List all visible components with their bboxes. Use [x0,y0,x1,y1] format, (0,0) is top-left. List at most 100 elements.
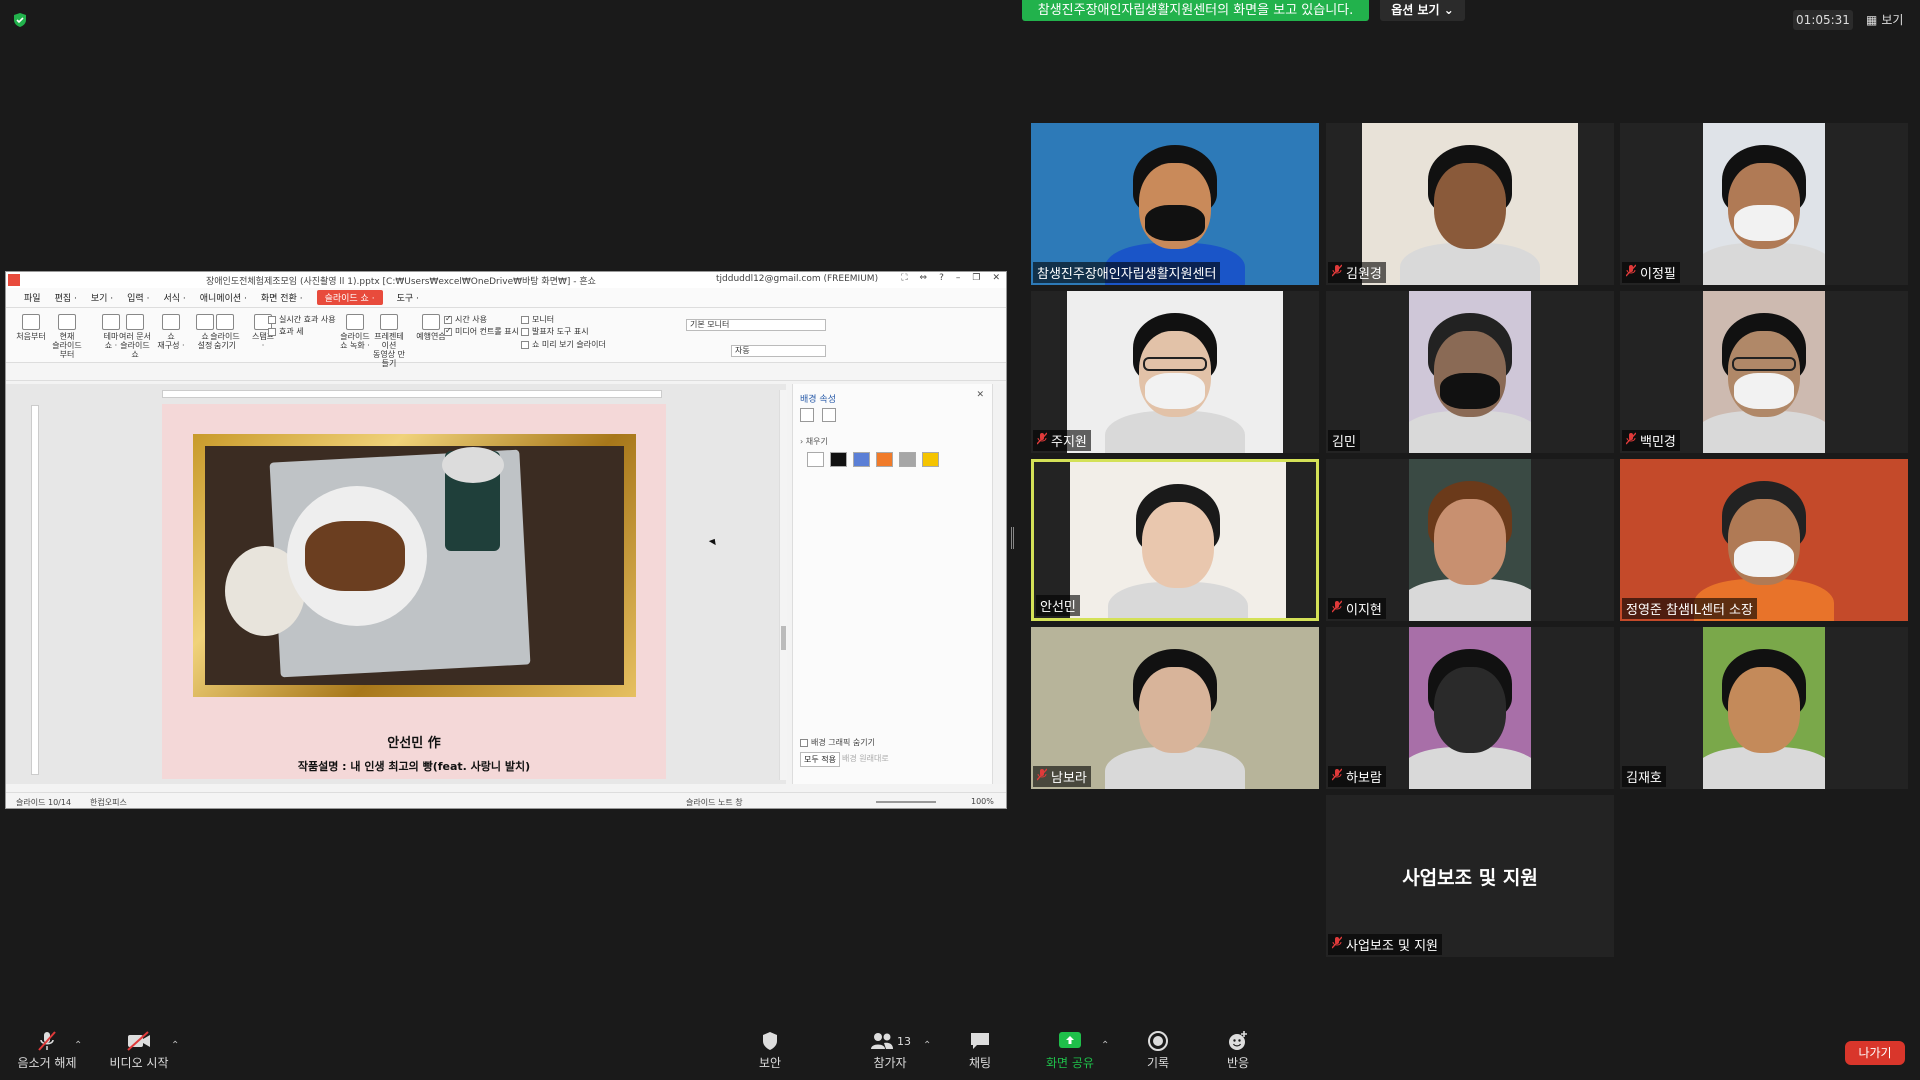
start-video-button[interactable]: 비디오 시작 [104,1030,174,1071]
reset-background-button[interactable]: 배경 원래대로 [839,752,892,765]
fill-tab-icon[interactable] [800,408,814,422]
checkbox-box [444,326,452,336]
ribbon-checkbox[interactable]: 효과 세 [268,326,304,337]
participant-name: 정영준 참샘IL센터 소장 [1626,603,1753,618]
slide-title[interactable]: 안선민 作 [162,732,666,751]
shared-screen-window[interactable]: 장애인도전체험제조모임 (사진촬영 ll 1).pptx [C:₩Users₩e… [5,271,1007,809]
help-icon[interactable]: ? [939,273,944,283]
participant-tile[interactable]: 김민 [1326,291,1614,453]
menu-item[interactable]: 화면 전환 · [261,291,303,304]
participant-name-label: 이정필 [1622,262,1680,283]
menu-item[interactable]: 애니메이션 · [200,291,247,304]
zoom-level[interactable]: 100% [971,797,994,806]
slide-note-toggle[interactable]: 슬라이드 노트 창 [686,797,743,808]
menu-item[interactable]: 보기 · [91,291,113,304]
fill-section-header[interactable]: › 채우기 [800,436,828,447]
screen-share-banner: 참생진주장애인자립생활지원센터의 화면을 보고 있습니다. [1022,0,1369,21]
chat-button[interactable]: 채팅 [955,1030,1005,1071]
picture-tab-icon[interactable] [822,408,836,422]
close-icon[interactable]: ✕ [992,273,1000,283]
ribbon-checkbox[interactable]: 실시간 효과 사용 [268,314,336,325]
share-options-caret-icon[interactable]: ⌃ [1101,1040,1109,1051]
ribbon-button[interactable]: 예행연습 [414,314,448,341]
split-divider-handle[interactable] [1011,527,1014,549]
menu-item[interactable]: 도구 · [397,291,419,304]
encryption-shield-icon[interactable] [12,12,28,28]
mute-options-caret-icon[interactable]: ⌃ [74,1040,82,1051]
ribbon-button[interactable]: 현재 슬라이드부터 [50,314,84,359]
leave-button[interactable]: 나가기 [1845,1041,1905,1065]
view-options-button[interactable]: 옵션 보기 ⌄ [1380,0,1465,21]
participant-tile[interactable]: 남보라 [1031,627,1319,789]
participant-tile[interactable]: 김재호 [1620,627,1908,789]
mute-button[interactable]: 음소거 해제 [12,1030,82,1071]
menu-item[interactable]: 슬라이드 쇼 · [316,290,383,305]
participant-video [1409,627,1531,789]
ribbon-button[interactable]: 프레젠테이션 동영상 만들기 [372,314,406,368]
color-swatch[interactable] [853,452,870,467]
participant-tile[interactable]: 이지현 [1326,459,1614,621]
monitor-select[interactable]: 기본 모니터 [686,319,826,331]
slide-description[interactable]: 작품설명 : 내 인생 최고의 빵(feat. 사랑니 발치) [162,758,666,774]
participant-tile[interactable]: 이정필 [1620,123,1908,285]
participant-tile[interactable]: 백민경 [1620,291,1908,453]
ribbon-button[interactable]: 처음부터 [14,314,48,341]
start-video-label: 비디오 시작 [109,1056,169,1070]
participant-tile[interactable]: 김원경 [1326,123,1614,285]
color-swatch[interactable] [922,452,939,467]
zoom-meeting-window: 참생진주장애인자립생활지원센터의 화면을 보고 있습니다. 옵션 보기 ⌄ 01… [0,0,1920,1080]
zoom-slider[interactable] [876,801,936,803]
video-options-caret-icon[interactable]: ⌃ [171,1040,179,1051]
minimize-icon[interactable]: – [956,273,961,283]
participant-name-label: 주지원 [1033,430,1091,451]
reactions-button[interactable]: 반응 [1213,1030,1263,1071]
participants-button[interactable]: 13 참가자 [850,1030,930,1071]
participant-tile[interactable]: 안선민 [1031,459,1319,621]
menu-item[interactable]: 파일 [24,291,41,304]
view-layout-button[interactable]: ▦ 보기 [1866,10,1903,30]
settings-icon[interactable]: ⇔ [920,273,928,283]
picture-frame[interactable] [193,434,636,697]
participant-tile[interactable]: 주지원 [1031,291,1319,453]
fullscreen-icon[interactable]: ⛶ [901,273,907,283]
ribbon-button[interactable]: 여러 문서 슬라이드 쇼 [118,314,152,359]
participant-name-display: 사업보조 및 지원 [1402,866,1538,889]
menu-item[interactable]: 입력 · [127,291,149,304]
ribbon-button[interactable]: 슬라이드 쇼 녹화 · [338,314,372,350]
record-button[interactable]: 기록 [1133,1030,1183,1071]
menu-item[interactable]: 서식 · [163,291,185,304]
ribbon-button[interactable]: 쇼 재구성 · [154,314,188,350]
preview-select[interactable]: 자동 [731,345,826,357]
apply-all-button[interactable]: 모두 적용 [800,752,840,767]
checkbox-label: 쇼 미리 보기 슬라이더 [532,340,606,349]
hide-bg-graphics-checkbox[interactable]: 배경 그래픽 숨기기 [800,737,875,748]
ribbon-button-icon [346,314,364,330]
panel-close-icon[interactable]: ✕ [976,390,984,400]
participant-tile[interactable]: 참생진주장애인자립생활지원센터 [1031,123,1319,285]
color-swatch[interactable] [876,452,893,467]
ribbon-button-icon [22,314,40,330]
restore-icon[interactable]: ❐ [972,273,980,283]
ribbon-checkbox[interactable]: 모니터 [521,314,554,325]
ribbon-checkbox[interactable]: 미디어 컨트롤 표시 [444,326,519,337]
color-swatch[interactable] [899,452,916,467]
share-screen-icon [1040,1030,1100,1052]
slide-canvas[interactable]: 안선민 作 작품설명 : 내 인생 최고의 빵(feat. 사랑니 발치) [162,404,666,779]
participant-name-label: 김재호 [1622,766,1666,787]
color-swatch[interactable] [830,452,847,467]
participant-tile[interactable]: 하보람 [1326,627,1614,789]
ribbon-checkbox[interactable]: 발표자 도구 표시 [521,326,589,337]
ribbon-button[interactable]: 슬라이드 숨기기 [208,314,242,350]
share-screen-button[interactable]: 화면 공유 [1040,1030,1100,1071]
color-swatch[interactable] [807,452,824,467]
ribbon-checkbox[interactable]: 시간 사용 [444,314,487,325]
ribbon-button-label: 현재 슬라이드부터 [52,332,82,359]
ribbon-checkbox[interactable]: 쇼 미리 보기 슬라이더 [521,339,606,350]
vertical-scrollbar[interactable] [779,390,787,780]
horizontal-ruler [162,390,662,398]
participants-caret-icon[interactable]: ⌃ [923,1040,931,1051]
security-button[interactable]: 보안 [745,1030,795,1071]
participant-tile[interactable]: 사업보조 및 지원 사업보조 및 지원 [1326,795,1614,957]
menu-item[interactable]: 편집 · [55,291,77,304]
participant-tile[interactable]: 정영준 참샘IL센터 소장 [1620,459,1908,621]
